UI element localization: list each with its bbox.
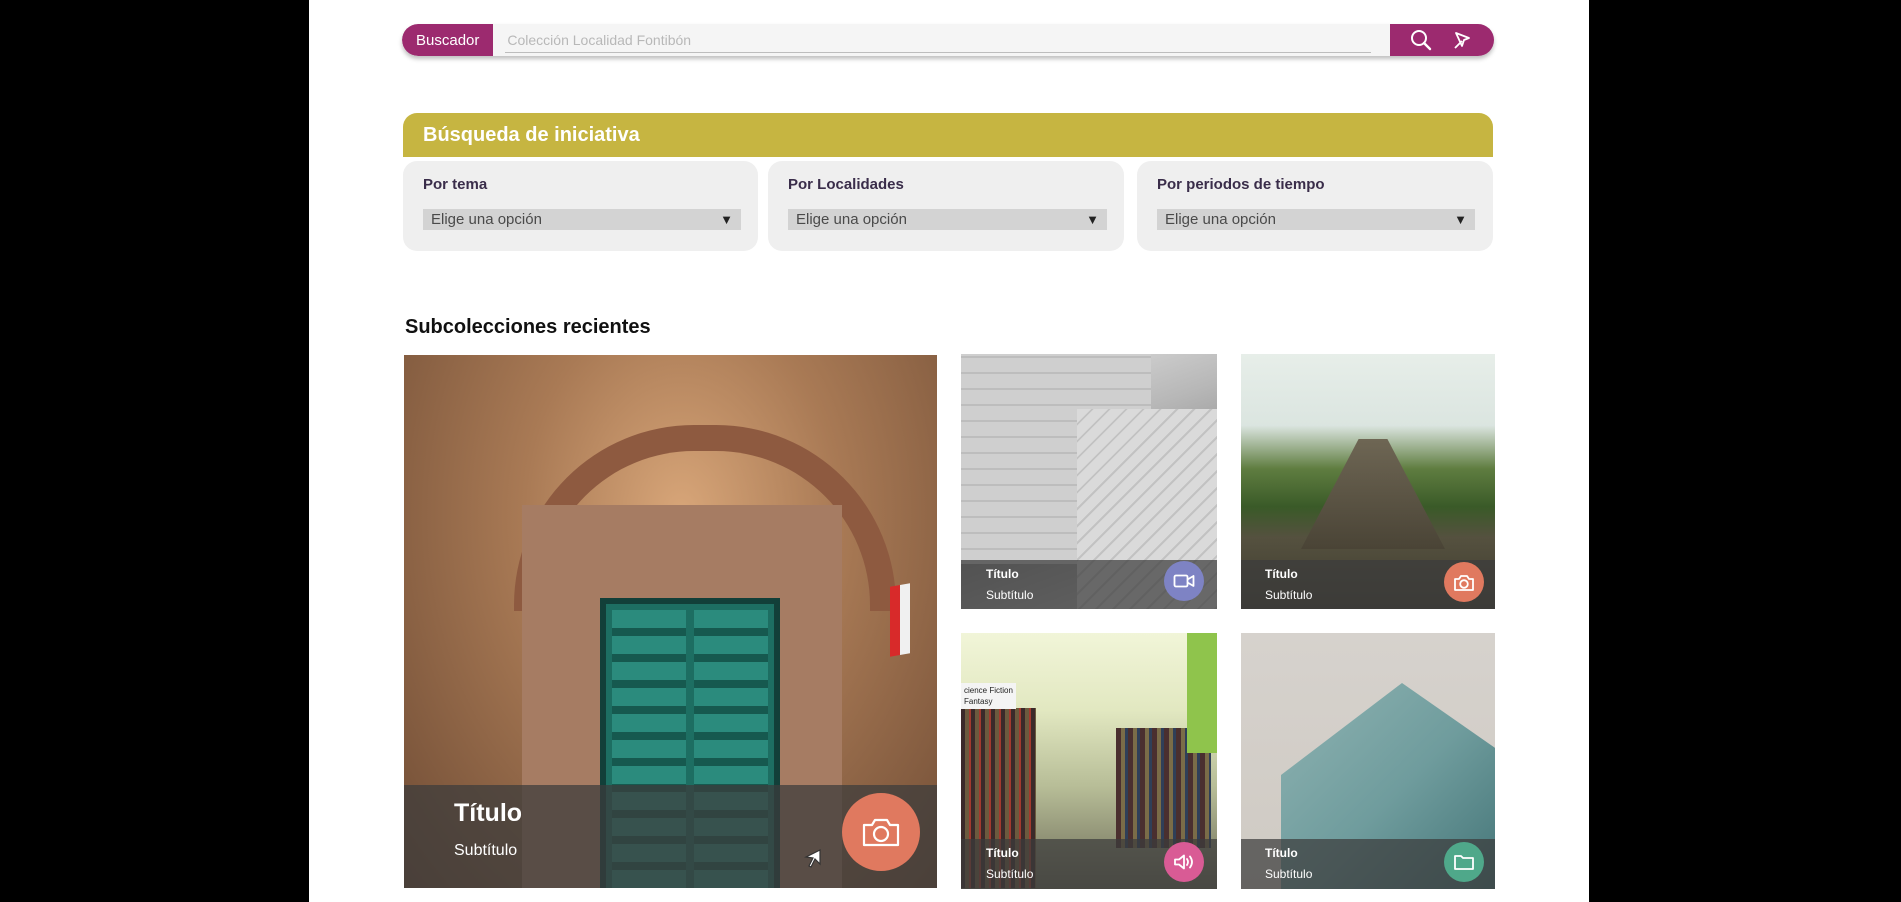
filter-card-periodos: Por periodos de tiempo Elige una opción …	[1137, 161, 1493, 251]
filter-select-tema[interactable]: Elige una opción ▼	[423, 209, 741, 230]
search-bar: Buscador	[402, 24, 1494, 56]
filter-select-value: Elige una opción	[796, 211, 907, 228]
video-icon[interactable]	[1164, 561, 1204, 601]
collection-card[interactable]: Título Subtítulo	[1241, 633, 1495, 889]
search-label: Buscador	[402, 24, 494, 56]
dropdown-arrow-icon: ▼	[1086, 212, 1099, 227]
card-subtitle: Subtítulo	[986, 588, 1034, 602]
card-title: Título	[986, 567, 1019, 581]
filter-label: Por periodos de tiempo	[1157, 176, 1325, 193]
collection-card[interactable]: Título Subtítulo	[1241, 354, 1495, 609]
collection-card[interactable]: Título Subtítulo	[961, 354, 1217, 609]
folder-icon[interactable]	[1444, 842, 1484, 882]
card-title: Título	[454, 799, 523, 827]
initiative-title: Búsqueda de iniciativa	[423, 124, 640, 146]
cursor-icon	[802, 847, 824, 874]
collection-card-large[interactable]: Título Subtítulo	[404, 355, 937, 888]
card-subtitle: Subtítulo	[986, 867, 1034, 881]
filter-select-periodos[interactable]: Elige una opción ▼	[1157, 209, 1475, 230]
filter-card-tema: Por tema Elige una opción ▼	[403, 161, 758, 251]
filter-label: Por Localidades	[788, 176, 904, 193]
search-input[interactable]	[505, 28, 1372, 53]
camera-icon[interactable]	[842, 793, 920, 871]
initiative-header: Búsqueda de iniciativa	[403, 113, 1493, 157]
page: Buscador Búsqueda de iniciativa Por tema…	[309, 0, 1589, 902]
search-field	[493, 24, 1390, 56]
filter-card-localidades: Por Localidades Elige una opción ▼	[768, 161, 1124, 251]
card-title: Título	[1265, 846, 1298, 860]
card-subtitle: Subtítulo	[1265, 867, 1313, 881]
filter-label: Por tema	[423, 176, 488, 193]
audio-icon[interactable]	[1164, 842, 1204, 882]
collection-card[interactable]: cience Fiction Fantasy Título Subtítulo	[961, 633, 1217, 889]
section-title: Subcolecciones recientes	[405, 316, 651, 338]
cursor-pointer-icon[interactable]	[1452, 29, 1474, 51]
camera-icon[interactable]	[1444, 562, 1484, 602]
card-title: Título	[986, 846, 1019, 860]
filter-select-value: Elige una opción	[431, 211, 542, 228]
dropdown-arrow-icon: ▼	[1454, 212, 1467, 227]
filter-select-value: Elige una opción	[1165, 211, 1276, 228]
card-subtitle: Subtítulo	[454, 842, 518, 859]
search-actions	[1390, 24, 1494, 56]
card-subtitle: Subtítulo	[1265, 588, 1313, 602]
card-title: Título	[1265, 567, 1298, 581]
dropdown-arrow-icon: ▼	[720, 212, 733, 227]
filter-select-localidades[interactable]: Elige una opción ▼	[788, 209, 1107, 230]
search-icon[interactable]	[1410, 29, 1432, 51]
